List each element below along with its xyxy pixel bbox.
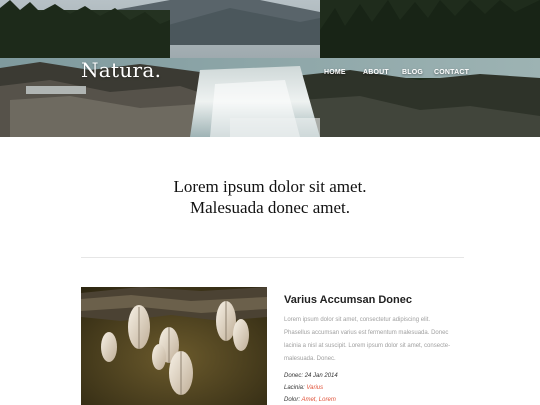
article-thumbnail[interactable]: [81, 287, 267, 405]
article-excerpt: Lorem ipsum dolor sit amet, consectetur …: [284, 314, 469, 366]
article-meta: Donec: 24 Jan 2014 Lacinia: Varius Dolor…: [284, 370, 469, 405]
excerpt-line: Lorem ipsum dolor sit amet, consectetur …: [284, 317, 431, 323]
excerpt-line: lacinia a nisl at suscipit. Lorem ipsum …: [284, 343, 451, 349]
hero-banner: Natura. HOME ABOUT BLOG CONTACT: [0, 0, 540, 137]
intro-line-2: Malesuada donec amet.: [189, 198, 350, 217]
meta-category-label: Lacinia:: [284, 385, 305, 391]
meta-category-link[interactable]: Varius: [306, 385, 323, 391]
main-nav: HOME ABOUT BLOG CONTACT: [0, 69, 540, 79]
meta-date-label: Donec:: [284, 373, 304, 379]
meta-tags-link[interactable]: Amet, Lorem: [301, 397, 335, 403]
meta-date-value: 24 Jan 2014: [304, 373, 338, 379]
meta-tags: Dolor: Amet, Lorem: [284, 394, 469, 405]
section-divider: [81, 257, 464, 258]
excerpt-line: malesuada. Donec.: [284, 356, 336, 362]
snail-shells-thumbnail: [81, 287, 267, 405]
excerpt-line: Phasellus accumsan varius est fermentum …: [284, 330, 449, 336]
intro-line-1: Lorem ipsum dolor sit amet.: [173, 177, 367, 196]
page: Natura. HOME ABOUT BLOG CONTACT Lorem ip…: [0, 0, 540, 405]
nav-contact[interactable]: CONTACT: [434, 69, 469, 76]
meta-date: Donec: 24 Jan 2014: [284, 370, 469, 382]
article-card: Varius Accumsan Donec Lorem ipsum dolor …: [284, 294, 469, 405]
meta-tags-label: Dolor:: [284, 397, 301, 403]
article-title[interactable]: Varius Accumsan Donec: [284, 294, 469, 306]
nav-blog[interactable]: BLOG: [402, 69, 423, 76]
nav-home[interactable]: HOME: [324, 69, 346, 76]
intro-heading: Lorem ipsum dolor sit amet. Malesuada do…: [0, 176, 540, 218]
nav-about[interactable]: ABOUT: [363, 69, 389, 76]
meta-category: Lacinia: Varius: [284, 382, 469, 394]
